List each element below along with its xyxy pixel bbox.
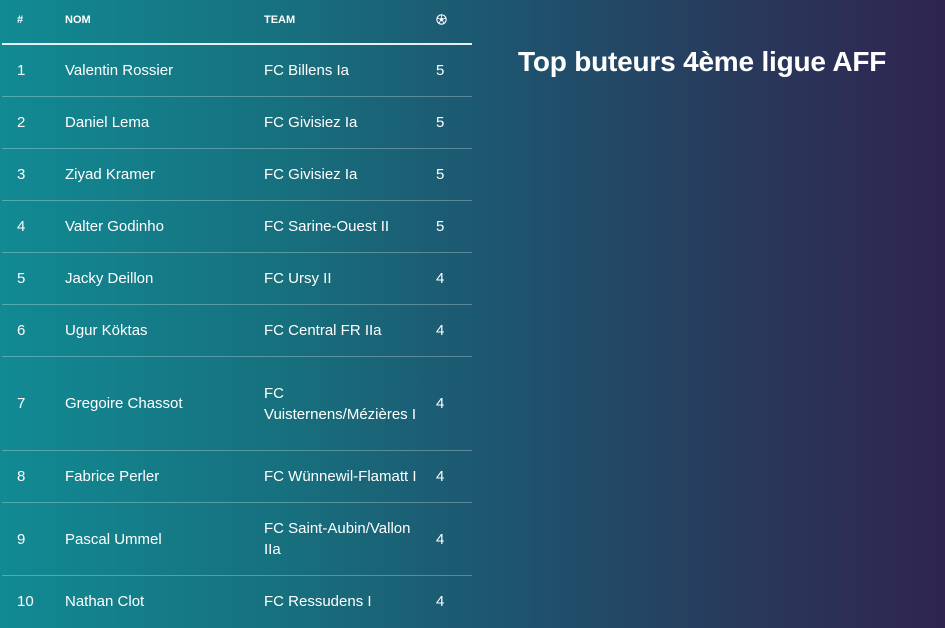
player-name-cell: Pascal Ummel	[65, 502, 264, 576]
page-title: Top buteurs 4ème ligue AFF	[518, 46, 887, 77]
player-name-cell: Daniel Lema	[65, 96, 264, 149]
team-cell: FC Sarine-Ouest II	[264, 200, 436, 253]
rank-cell: 3	[2, 148, 65, 201]
player-name-cell: Ugur Köktas	[65, 304, 264, 357]
team-cell: FC Ressudens I	[264, 593, 372, 610]
goals-cell: 4	[436, 356, 472, 451]
table-row: 5 Jacky Deillon FC Ursy II 4	[2, 252, 472, 305]
goals-cell: 4	[436, 450, 472, 503]
team-cell: FC Ursy II	[264, 252, 436, 305]
goals-cell: 5	[436, 148, 472, 201]
player-name-cell: Jacky Deillon	[65, 252, 264, 305]
rank-cell: 6	[2, 304, 65, 357]
goals-cell: 5	[436, 44, 472, 97]
player-name-cell: Ziyad Kramer	[65, 148, 264, 201]
table-row: 7 Gregoire Chassot FC Vuisternens/Mézièr…	[2, 356, 472, 451]
team-cell: FC Central FR IIa	[264, 304, 436, 357]
player-name-cell: Valter Godinho	[65, 200, 264, 253]
rank-cell: 9	[2, 502, 65, 576]
team-cell: FC Saint-Aubin/Vallon IIa	[264, 502, 436, 576]
rank-cell: 1	[2, 44, 65, 97]
soccer-ball-icon	[436, 14, 447, 25]
table-row: 1 Valentin Rossier FC Billens Ia 5	[2, 44, 472, 97]
team-cell: FC Givisiez Ia	[264, 148, 436, 201]
player-name-cell: Gregoire Chassot	[65, 356, 264, 451]
rank-cell: 5	[2, 252, 65, 305]
team-cell: FC Wünnewil-Flamatt I	[264, 450, 436, 503]
table-row: 4 Valter Godinho FC Sarine-Ouest II 5	[2, 200, 472, 253]
goals-cell: 4	[436, 252, 472, 305]
name-column-header: NOM	[65, 0, 264, 45]
rank-cell: 2	[2, 96, 65, 149]
table-row: 9 Pascal Ummel FC Saint-Aubin/Vallon IIa…	[2, 502, 472, 576]
table-header-row: # NOM TEAM	[2, 0, 472, 45]
player-name-cell: Fabrice Perler	[65, 450, 264, 503]
goals-cell: 4	[436, 593, 445, 610]
player-name-cell: Nathan Clot	[65, 593, 145, 610]
player-name-cell: Valentin Rossier	[65, 44, 264, 97]
team-cell: FC Vuisternens/Mézières I	[264, 356, 436, 451]
rank-cell: 4	[2, 200, 65, 253]
scorers-table: # NOM TEAM 1 Valentin Rossier FC Billens…	[2, 0, 472, 627]
goals-column-header	[436, 0, 472, 45]
team-column-header: TEAM	[264, 0, 436, 45]
team-cell: FC Billens Ia	[264, 44, 436, 97]
goals-cell: 5	[436, 96, 472, 149]
rank-column-header: #	[2, 0, 65, 45]
team-cell: FC Givisiez Ia	[264, 96, 436, 149]
goals-cell: 4	[436, 304, 472, 357]
table-row: 6 Ugur Köktas FC Central FR IIa 4	[2, 304, 472, 357]
goals-cell: 4	[436, 502, 472, 576]
table-row: 10 Nathan Clot FC Ressudens I 4	[2, 576, 472, 628]
table-row: 8 Fabrice Perler FC Wünnewil-Flamatt I 4	[2, 450, 472, 503]
rank-cell: 10	[17, 593, 34, 610]
rank-cell: 7	[2, 356, 65, 451]
rank-cell: 8	[2, 450, 65, 503]
table-row: 3 Ziyad Kramer FC Givisiez Ia 5	[2, 148, 472, 201]
table-row: 2 Daniel Lema FC Givisiez Ia 5	[2, 96, 472, 149]
goals-cell: 5	[436, 200, 472, 253]
